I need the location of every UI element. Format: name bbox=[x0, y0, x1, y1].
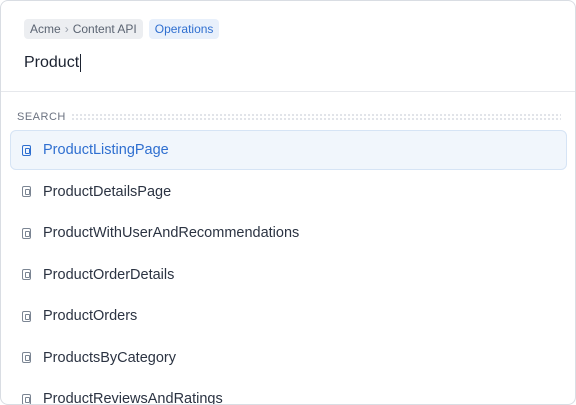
operation-icon bbox=[22, 186, 31, 197]
operation-icon bbox=[22, 310, 31, 322]
operation-icon bbox=[22, 269, 31, 280]
result-item[interactable]: ProductsByCategory bbox=[10, 338, 567, 378]
scope-tag[interactable]: Operations bbox=[148, 19, 220, 39]
search-palette: Acme › Content API Operations Product SE… bbox=[0, 0, 576, 405]
section-divider bbox=[71, 113, 561, 121]
operation-icon bbox=[22, 393, 31, 404]
result-item-label: ProductDetailsPage bbox=[43, 183, 172, 200]
result-item[interactable]: ProductListingPage bbox=[10, 130, 567, 170]
result-item[interactable]: ProductReviewsAndRatings bbox=[10, 379, 567, 405]
breadcrumb-segment-graph: Content API bbox=[72, 22, 137, 36]
breadcrumb-segment-workspace: Acme bbox=[30, 22, 61, 36]
result-item-label: ProductReviewsAndRatings bbox=[43, 391, 223, 405]
operation-icon bbox=[22, 352, 31, 363]
result-item-label: ProductsByCategory bbox=[43, 349, 176, 366]
results-list: ProductListingPage ProductDetailsPage Prod… bbox=[1, 130, 575, 405]
breadcrumb: Acme › Content API Operations bbox=[24, 19, 220, 39]
operation-icon bbox=[22, 144, 31, 156]
result-item[interactable]: ProductOrderDetails bbox=[10, 255, 567, 295]
result-item-label: ProductOrders bbox=[43, 308, 138, 324]
result-item-label: ProductWithUserAndRecommendations bbox=[43, 225, 300, 241]
result-item[interactable]: ProductDetailsPage bbox=[10, 172, 567, 212]
result-item-label: ProductListingPage bbox=[43, 142, 169, 158]
result-item-label: ProductOrderDetails bbox=[43, 266, 175, 283]
chevron-right-icon: › bbox=[64, 22, 69, 36]
text-caret bbox=[80, 54, 82, 72]
search-input[interactable]: Product bbox=[24, 54, 82, 72]
breadcrumb-path[interactable]: Acme › Content API bbox=[24, 19, 143, 39]
operation-icon bbox=[22, 227, 31, 239]
section-header: SEARCH bbox=[1, 92, 575, 123]
search-input-value: Product bbox=[24, 54, 80, 71]
section-label: SEARCH bbox=[17, 111, 66, 123]
palette-header: Acme › Content API Operations Product bbox=[1, 1, 575, 92]
result-item[interactable]: ProductOrders bbox=[10, 296, 567, 336]
result-item[interactable]: ProductWithUserAndRecommendations bbox=[10, 213, 567, 253]
results-section: SEARCH bbox=[1, 92, 575, 123]
